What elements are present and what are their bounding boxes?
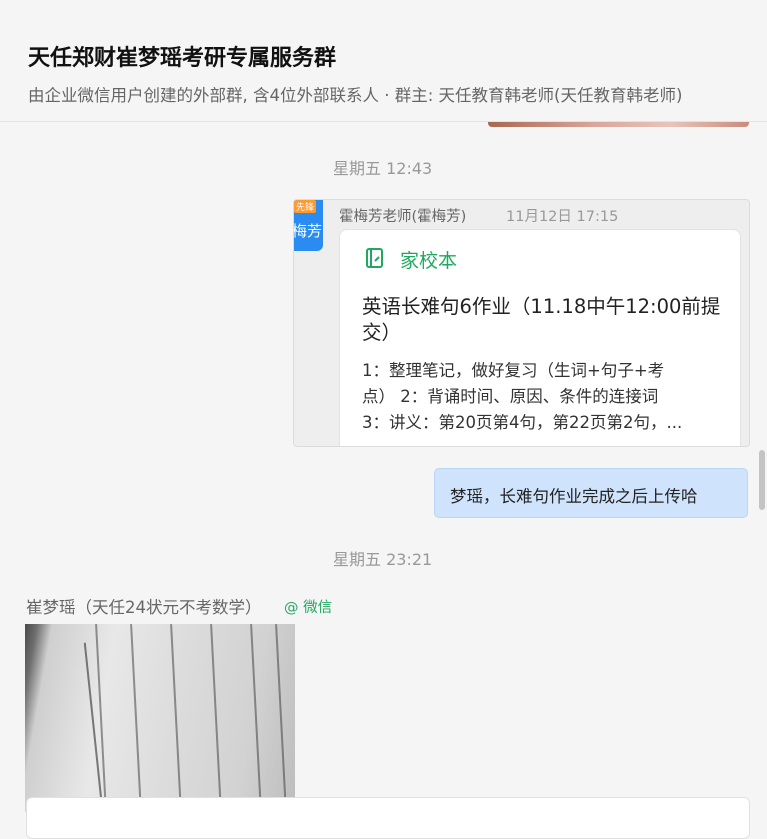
scrollbar[interactable] [759, 450, 765, 510]
timestamp-divider: 星期五 12:43 [333, 159, 433, 178]
sender-source: @ 微信 [284, 600, 333, 616]
group-title[interactable]: 天任郑财崔梦瑶考研专属服务群 [28, 40, 336, 72]
homework-body: 1：整理笔记，做好复习（生词+句子+考 点） 2：背诵时间、原因、条件的连接词 … [362, 358, 712, 436]
notebook-icon [366, 248, 383, 268]
homework-photo[interactable] [25, 624, 295, 812]
homework-line-2: 点） 2：背诵时间、原因、条件的连接词 [362, 387, 659, 406]
avatar-badge: 先锋 [294, 200, 317, 213]
app-name: 家校本 [400, 250, 458, 272]
own-message-bubble[interactable]: 梦瑶，长难句作业完成之后上传哈 [434, 468, 748, 518]
homework-title: 英语长难句6作业（11.18中午12:00前提交） [362, 295, 721, 344]
timestamp-divider: 星期五 23:21 [333, 550, 433, 569]
chat-header: 天任郑财崔梦瑶考研专属服务群 由企业微信用户创建的外部群, 含4位外部联系人 ·… [0, 0, 767, 122]
homework-card[interactable]: 家校本 英语长难句6作业（11.18中午12:00前提交） 1：整理笔记，做好复… [339, 229, 741, 446]
forwarded-message-card[interactable]: 先锋 梅芳 霍梅芳老师(霍梅芳) 11月12日 17:15 家校本 英语长难句6… [293, 199, 750, 447]
avatar-text: 梅芳 [294, 222, 323, 240]
forward-sender: 霍梅芳老师(霍梅芳) [339, 209, 467, 225]
homework-line-3: 3：讲义：第20页第4句，第22页第2句，... [362, 413, 683, 432]
forward-time: 11月12日 17:15 [506, 209, 619, 225]
own-message-text: 梦瑶，长难句作业完成之后上传哈 [450, 487, 698, 506]
sender-name[interactable]: 崔梦瑶（天任24状元不考数学） [26, 594, 262, 618]
avatar[interactable]: 先锋 梅芳 [294, 200, 323, 251]
group-subtitle: 由企业微信用户创建的外部群, 含4位外部联系人 · 群主: 天任教育韩老师(天任… [28, 86, 683, 105]
homework-line-1: 1：整理笔记，做好复习（生词+句子+考 [362, 361, 665, 380]
message-input[interactable] [26, 797, 750, 839]
